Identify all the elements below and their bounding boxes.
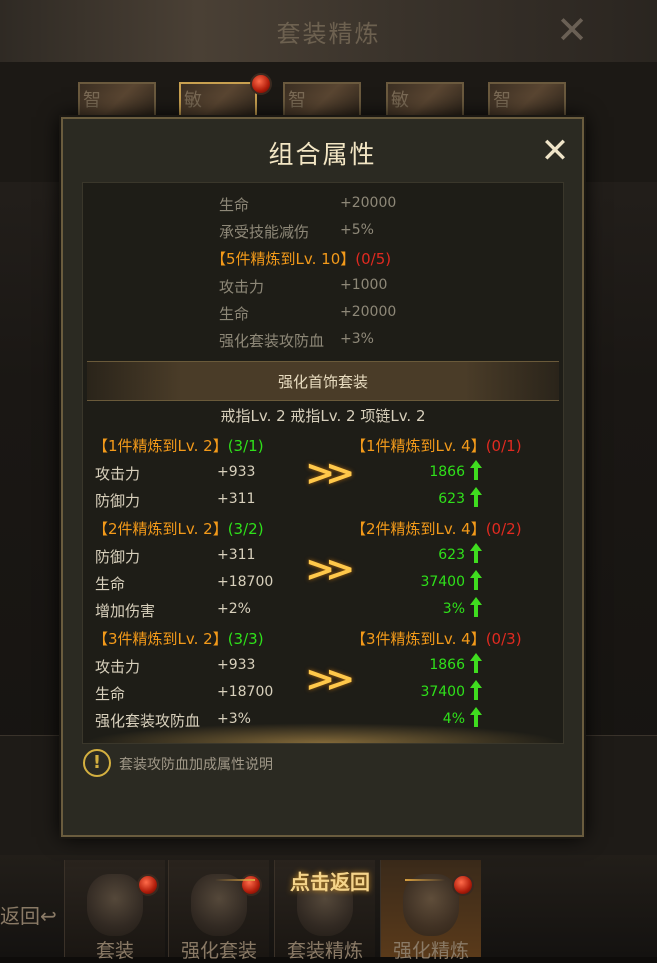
- attributes-panel: 生命 +20000 承受技能减伤 +5% 【5件精炼到Lv. 10】(0/5) …: [82, 182, 564, 744]
- stat-label: 生命: [219, 305, 250, 323]
- stat-value: +2%: [217, 601, 251, 617]
- stat-value: +5%: [340, 222, 374, 238]
- group1-next-header: 【1件精炼到Lv. 4】(0/1): [351, 435, 522, 456]
- close-icon[interactable]: ✕: [552, 10, 592, 50]
- group-title: 【2件精炼到Lv. 2】: [93, 520, 228, 538]
- stat-value: +3%: [340, 331, 374, 347]
- section-header: 强化首饰套装: [87, 361, 559, 401]
- group3-current-header: 【3件精炼到Lv. 2】(3/3): [93, 628, 264, 649]
- notification-dot-icon: [137, 874, 159, 896]
- equip-slot-5[interactable]: 智: [488, 82, 566, 122]
- back-button[interactable]: 返回↩: [0, 900, 57, 929]
- slot-label: 敏: [391, 90, 409, 111]
- close-icon[interactable]: ✕: [537, 133, 573, 169]
- info-icon[interactable]: !: [83, 749, 111, 777]
- up-arrow-icon: [470, 597, 482, 617]
- group-progress: (3/1): [227, 437, 264, 455]
- stat-next-value: 623: [438, 491, 465, 507]
- group-title: 【1件精炼到Lv. 2】: [93, 437, 228, 455]
- stat-label: 承受技能减伤: [219, 223, 310, 241]
- tier5-title: 【5件精炼到Lv. 10】: [211, 250, 356, 268]
- group1-current-header: 【1件精炼到Lv. 2】(3/1): [93, 435, 264, 456]
- stat-label: 攻击力: [95, 658, 141, 676]
- tier5-header: 【5件精炼到Lv. 10】(0/5): [211, 248, 391, 269]
- stat-next-value: 1866: [429, 657, 465, 673]
- stat-label: 强化套装攻防血: [219, 332, 325, 350]
- stat-label: 攻击力: [95, 465, 141, 483]
- up-arrow-icon: [470, 570, 482, 590]
- top-bar: 套装精炼 ✕: [0, 0, 657, 64]
- stat-value: +20000: [340, 304, 397, 320]
- slot-label: 智: [493, 90, 511, 111]
- tab-label: 强化精炼: [392, 940, 469, 962]
- combo-attributes-dialog: 组合属性 ✕ 生命 +20000 承受技能减伤 +5% 【5件精炼到Lv. 10…: [61, 117, 584, 837]
- back-label: 返回: [0, 904, 40, 928]
- panel-bottom-glow: [83, 723, 563, 743]
- group2-current-header: 【2件精炼到Lv. 2】(3/2): [93, 518, 264, 539]
- return-button[interactable]: 点击返回: [215, 866, 415, 894]
- stat-next-value: 37400: [420, 684, 465, 700]
- stat-value: +20000: [340, 195, 397, 211]
- section-title: 强化首饰套装: [277, 373, 368, 391]
- group2-next-header: 【2件精炼到Lv. 4】(0/2): [351, 518, 522, 539]
- tab-label: 强化套装: [180, 940, 257, 962]
- stat-label: 生命: [95, 575, 126, 593]
- up-arrow-icon: [470, 543, 482, 563]
- info-link[interactable]: 套装攻防血加成属性说明: [119, 754, 273, 774]
- group-progress: (3/2): [227, 520, 264, 538]
- group-progress: (0/2): [485, 520, 522, 538]
- stat-next-value: 1866: [429, 464, 465, 480]
- dialog-title: 组合属性: [268, 140, 377, 169]
- stat-label: 生命: [219, 196, 250, 214]
- stat-label: 生命: [95, 685, 126, 703]
- equip-summary: 戒指Lv. 2 戒指Lv. 2 项链Lv. 2: [220, 407, 426, 425]
- group-title: 【2件精炼到Lv. 4】: [351, 520, 486, 538]
- enhance-suit-emblem-icon: [191, 874, 247, 936]
- stat-label: 防御力: [95, 548, 141, 566]
- double-chevron-icon: >>: [305, 549, 355, 590]
- double-chevron-icon: >>: [305, 659, 355, 700]
- stat-value: +18700: [217, 574, 274, 590]
- group-progress: (0/3): [485, 630, 522, 648]
- slot-label: 敏: [184, 90, 202, 111]
- stat-next-value: 37400: [420, 574, 465, 590]
- group-progress: (3/3): [227, 630, 264, 648]
- stat-value: +311: [217, 547, 256, 563]
- stat-label: 增加伤害: [95, 602, 156, 620]
- notification-dot-icon: [452, 874, 474, 896]
- group-title: 【3件精炼到Lv. 2】: [93, 630, 228, 648]
- slot-label: 智: [83, 90, 101, 111]
- equip-slot-1[interactable]: 智: [78, 82, 156, 122]
- stat-value: +933: [217, 464, 256, 480]
- stat-value: +18700: [217, 684, 274, 700]
- group-title: 【3件精炼到Lv. 4】: [351, 630, 486, 648]
- up-arrow-icon: [470, 653, 482, 673]
- up-arrow-icon: [470, 680, 482, 700]
- double-chevron-icon: >>: [305, 453, 355, 494]
- tab-label: 套装精炼: [286, 940, 363, 962]
- notification-dot-icon: [250, 73, 272, 95]
- stat-label: 攻击力: [219, 278, 265, 296]
- stat-next-value: 3%: [442, 601, 465, 617]
- stat-value: +933: [217, 657, 256, 673]
- group-progress: (0/1): [485, 437, 522, 455]
- stat-value: +311: [217, 491, 256, 507]
- group3-next-header: 【3件精炼到Lv. 4】(0/3): [351, 628, 522, 649]
- stat-label: 防御力: [95, 492, 141, 510]
- stat-value: +1000: [340, 277, 388, 293]
- up-arrow-icon: [470, 460, 482, 480]
- equip-slot-3[interactable]: 智: [283, 82, 361, 122]
- suit-emblem-icon: [87, 874, 143, 936]
- tier5-progress: (0/5): [355, 250, 392, 268]
- up-arrow-icon: [470, 487, 482, 507]
- stat-next-value: 623: [438, 547, 465, 563]
- equip-slot-4[interactable]: 敏: [386, 82, 464, 122]
- tab-label: 套装: [95, 940, 134, 962]
- group-title: 【1件精炼到Lv. 4】: [351, 437, 486, 455]
- slot-label: 智: [288, 90, 306, 111]
- equip-slot-2[interactable]: 敏: [179, 82, 257, 122]
